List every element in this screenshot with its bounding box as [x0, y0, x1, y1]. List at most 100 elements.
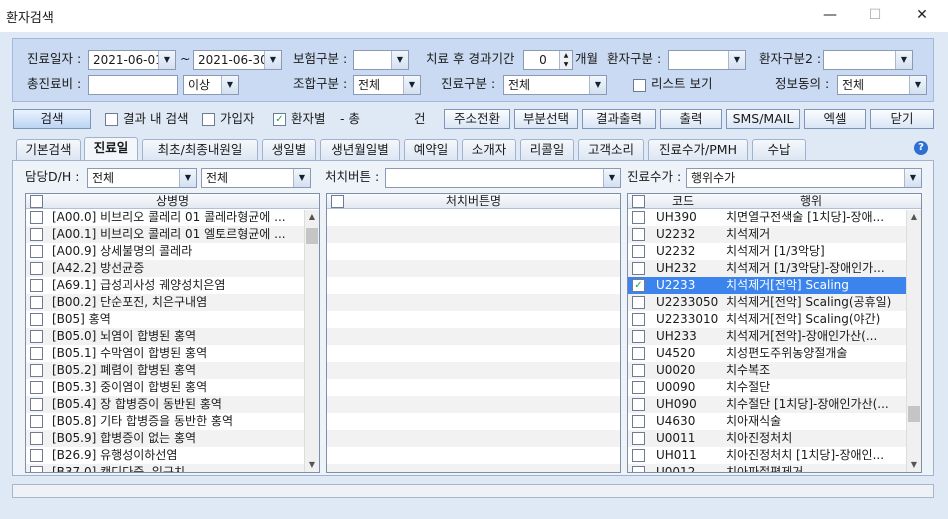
row-checkbox[interactable] — [632, 364, 645, 377]
table-row[interactable]: U2232 치석제거 — [628, 226, 921, 243]
treat-button-grid[interactable]: 처치버튼명 — [326, 193, 621, 473]
patient-type2-select[interactable]: ▼ — [823, 50, 913, 70]
row-checkbox[interactable] — [632, 211, 645, 224]
table-row[interactable]: U0090 치수절단 — [628, 379, 921, 396]
maximize-icon[interactable]: ☐ — [860, 4, 890, 26]
minimize-icon[interactable]: — — [815, 4, 845, 26]
help-icon[interactable]: ? — [914, 141, 928, 155]
row-checkbox[interactable] — [30, 381, 43, 394]
fee-scrollbar[interactable]: ▲ ▼ — [906, 210, 921, 472]
row-checkbox[interactable] — [30, 330, 43, 343]
row-checkbox[interactable] — [30, 449, 43, 462]
table-row[interactable]: [B05.4] 장 합병증이 동반된 홍역 — [26, 396, 319, 413]
search-button[interactable]: 검색 — [13, 109, 91, 129]
table-row[interactable]: [A69.1] 급성괴사성 궤양성치은염 — [26, 277, 319, 294]
per-patient-checkbox[interactable]: ✓ — [273, 113, 286, 126]
table-row[interactable]: UH390 치면열구전색술 [1치당]-장애... — [628, 209, 921, 226]
hygienist-select[interactable]: 전체 ▼ — [201, 168, 311, 188]
tab-customer-voice[interactable]: 고객소리 — [578, 139, 644, 161]
table-row[interactable]: [B05.3] 중이염이 합병된 홍역 — [26, 379, 319, 396]
elapsed-stepper[interactable]: 0 ▲ ▼ — [523, 50, 573, 70]
treat-select-all-checkbox[interactable] — [331, 195, 344, 208]
row-checkbox[interactable] — [632, 313, 645, 326]
tab-referrer[interactable]: 소개자 — [462, 139, 516, 161]
table-row[interactable]: [A00.0] 비브리오 콜레리 01 콜레라형균에 ... — [26, 209, 319, 226]
disease-grid[interactable]: 상병명 [A00.0] 비브리오 콜레리 01 콜레라형균에 ... [A00.1… — [25, 193, 320, 473]
close-button[interactable]: 닫기 — [870, 109, 934, 129]
row-checkbox[interactable] — [30, 211, 43, 224]
table-row[interactable]: UH232 치석제거 [1/3악당]-장애인가... — [628, 260, 921, 277]
address-convert-button[interactable]: 주소전환 — [444, 109, 510, 129]
table-row[interactable]: [B05.0] 뇌염이 합병된 홍역 — [26, 328, 319, 345]
tab-first-last-visit[interactable]: 최초/최종내원일 — [142, 139, 258, 161]
result-print-button[interactable]: 결과출력 — [582, 109, 656, 129]
row-checkbox[interactable] — [632, 415, 645, 428]
table-row[interactable]: [A00.9] 상세불명의 콜레라 — [26, 243, 319, 260]
row-checkbox[interactable] — [632, 381, 645, 394]
row-checkbox[interactable] — [632, 398, 645, 411]
consent-select[interactable]: 전체 ▼ — [837, 75, 927, 95]
row-checkbox[interactable] — [632, 432, 645, 445]
table-row[interactable]: U0012 치아파절편제거 — [628, 464, 921, 472]
sms-mail-button[interactable]: SMS/MAIL — [726, 109, 800, 129]
row-checkbox[interactable] — [30, 279, 43, 292]
row-checkbox[interactable] — [30, 415, 43, 428]
row-checkbox[interactable] — [632, 449, 645, 462]
row-checkbox[interactable] — [632, 330, 645, 343]
row-checkbox[interactable] — [632, 296, 645, 309]
union-select[interactable]: 전체 ▼ — [353, 75, 421, 95]
list-view-checkbox[interactable] — [633, 79, 646, 92]
tab-payment[interactable]: 수납 — [752, 139, 806, 161]
table-row[interactable]: [B05] 홍역 — [26, 311, 319, 328]
tab-basic-search[interactable]: 기본검색 — [16, 139, 81, 161]
in-result-checkbox[interactable] — [105, 113, 118, 126]
row-checkbox[interactable] — [30, 398, 43, 411]
row-checkbox[interactable] — [632, 262, 645, 275]
row-checkbox[interactable] — [30, 347, 43, 360]
row-checkbox[interactable] — [30, 228, 43, 241]
patient-type-select[interactable]: ▼ — [668, 50, 746, 70]
doctor-select[interactable]: 전체 ▼ — [87, 168, 197, 188]
table-row[interactable]: [A42.2] 방선균증 — [26, 260, 319, 277]
tab-fee-pmh[interactable]: 진료수가/PMH — [648, 139, 748, 161]
table-row[interactable]: U2233010 치석제거[전악] Scaling(야간) — [628, 311, 921, 328]
table-row[interactable]: [B05.1] 수막염이 합병된 홍역 — [26, 345, 319, 362]
treat-button-select[interactable]: ▼ — [385, 168, 621, 188]
fee-select[interactable]: 행위수가 ▼ — [686, 168, 922, 188]
table-row[interactable]: [A00.1] 비브리오 콜레리 01 엘토르형균에 ... — [26, 226, 319, 243]
table-row[interactable]: [B05.8] 기타 합병증을 동반한 홍역 — [26, 413, 319, 430]
table-row[interactable]: UH090 치수절단 [1치당]-장애인가산(... — [628, 396, 921, 413]
table-row[interactable]: U0020 치수복조 — [628, 362, 921, 379]
table-row[interactable]: [B05.9] 합병증이 없는 홍역 — [26, 430, 319, 447]
table-row[interactable]: U4520 치성편도주위농양절개술 — [628, 345, 921, 362]
tab-recall[interactable]: 리콜일 — [520, 139, 574, 161]
insurance-select[interactable]: ▼ — [353, 50, 409, 70]
table-row[interactable]: [B05.2] 폐렴이 합병된 홍역 — [26, 362, 319, 379]
table-row[interactable]: U4630 치아재식술 — [628, 413, 921, 430]
treat-type-select[interactable]: 전체 ▼ — [503, 75, 607, 95]
disease-scrollbar[interactable]: ▲ ▼ — [304, 210, 319, 472]
fee-select-all-checkbox[interactable] — [632, 195, 645, 208]
row-checkbox[interactable] — [632, 228, 645, 241]
member-checkbox[interactable] — [202, 113, 215, 126]
table-row[interactable]: U2232 치석제거 [1/3악당] — [628, 243, 921, 260]
table-row[interactable]: U0011 치아진정처치 — [628, 430, 921, 447]
row-checkbox[interactable] — [30, 364, 43, 377]
fee-grid[interactable]: 코드 행위 UH390 치면열구전색술 [1치당]-장애... U2232 치석제거 U… — [627, 193, 922, 473]
row-checkbox[interactable] — [632, 347, 645, 360]
tab-reservation[interactable]: 예약일 — [404, 139, 458, 161]
tab-treatment-date[interactable]: 진료일 — [84, 137, 138, 162]
close-icon[interactable]: ✕ — [907, 4, 937, 26]
row-checkbox[interactable]: ✓ — [632, 279, 645, 292]
row-checkbox[interactable] — [30, 296, 43, 309]
row-checkbox[interactable] — [632, 245, 645, 258]
table-row[interactable]: U2233050 치석제거[전악] Scaling(공휴일) — [628, 294, 921, 311]
date-to-picker[interactable]: 2021-06-30 ▼ — [193, 50, 282, 70]
row-checkbox[interactable] — [632, 466, 645, 472]
fee-condition-select[interactable]: 이상 ▼ — [183, 75, 239, 95]
row-checkbox[interactable] — [30, 262, 43, 275]
excel-button[interactable]: 엑셀 — [804, 109, 866, 129]
table-row[interactable]: UH233 치석제거[전악]-장애인가산(... — [628, 328, 921, 345]
tab-birthday[interactable]: 생일별 — [262, 139, 316, 161]
table-row[interactable]: [B26.9] 유행성이하선염 — [26, 447, 319, 464]
